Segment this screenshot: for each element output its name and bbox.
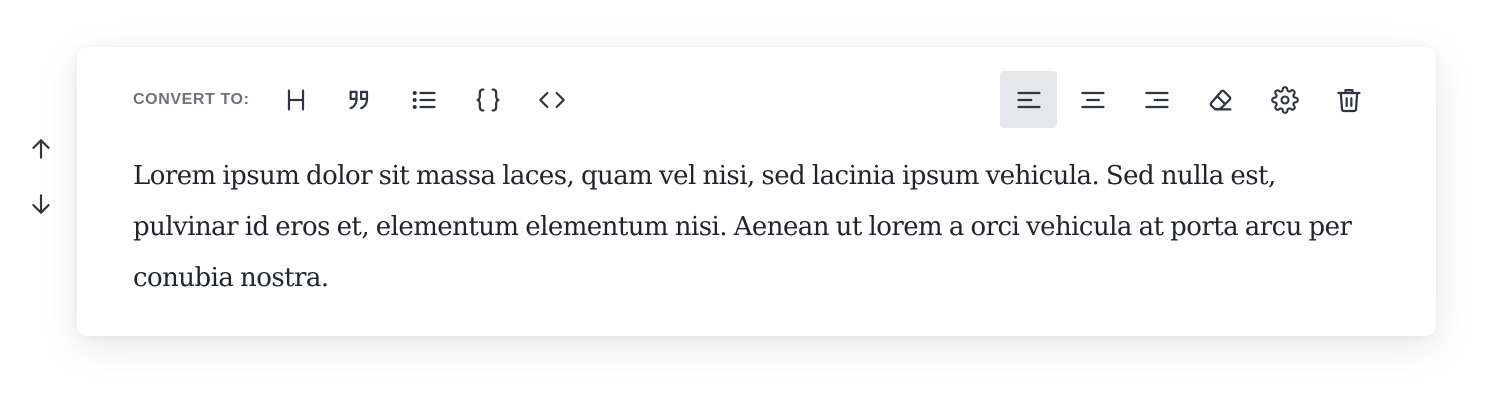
move-down-button[interactable] — [26, 189, 56, 219]
align-center-button[interactable] — [1064, 71, 1121, 128]
align-left-button[interactable] — [1000, 71, 1057, 128]
align-center-icon — [1080, 91, 1105, 108]
code-icon — [538, 91, 565, 108]
arrow-up-icon — [32, 139, 50, 159]
gear-icon — [1270, 85, 1299, 114]
block-move-controls — [26, 134, 56, 224]
delete-button[interactable] — [1320, 71, 1377, 128]
convert-code-button[interactable] — [523, 71, 580, 128]
list-icon — [412, 90, 436, 109]
arrow-down-icon — [32, 194, 50, 214]
convert-quote-button[interactable] — [331, 71, 388, 128]
convert-json-button[interactable] — [459, 71, 516, 128]
convert-list-button[interactable] — [395, 71, 452, 128]
clear-formatting-button[interactable] — [1192, 71, 1249, 128]
quote-icon — [349, 90, 368, 109]
align-left-icon — [1016, 91, 1041, 108]
align-right-icon — [1144, 91, 1169, 108]
settings-button[interactable] — [1256, 71, 1313, 128]
paragraph-block: CONVERT TO: Lorem ipsum dolor sit massa … — [77, 47, 1436, 336]
convert-heading-button[interactable] — [267, 71, 324, 128]
convert-to-label: CONVERT TO: — [133, 91, 250, 108]
eraser-icon — [1209, 89, 1231, 110]
align-right-button[interactable] — [1128, 71, 1185, 128]
braces-icon — [475, 87, 500, 112]
paragraph-text[interactable]: Lorem ipsum dolor sit massa laces, quam … — [133, 151, 1380, 304]
block-toolbar: CONVERT TO: — [133, 71, 1380, 128]
move-up-button[interactable] — [26, 134, 56, 164]
trash-icon — [1336, 88, 1361, 112]
heading-icon — [287, 89, 304, 110]
